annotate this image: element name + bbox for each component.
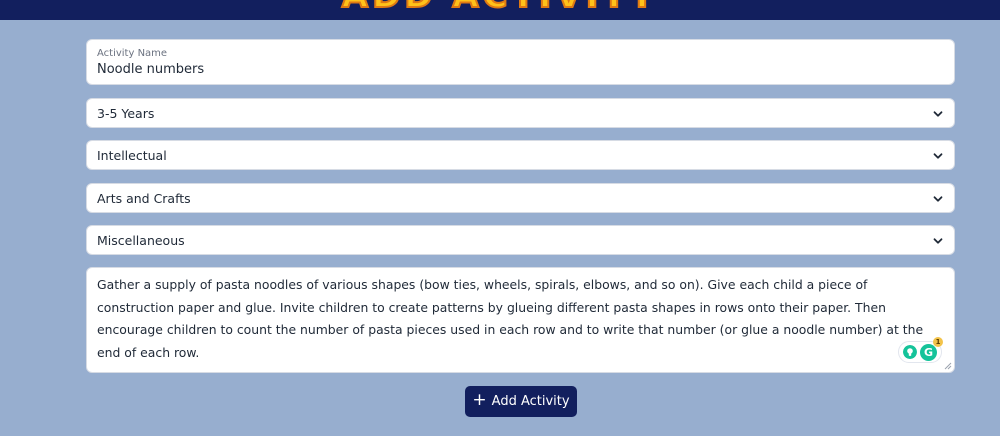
activity-name-label: Activity Name (97, 48, 168, 59)
description-textarea[interactable]: Gather a supply of pasta noodles of vari… (86, 267, 955, 373)
chevron-down-icon (933, 111, 943, 117)
page-title: ADD ACTIVITY (0, 0, 1000, 17)
writing-assistant-widget[interactable]: G 1 (898, 337, 943, 363)
chevron-down-icon (933, 238, 943, 244)
activity-type-value: Arts and Crafts (97, 191, 191, 206)
add-activity-label: Add Activity (491, 394, 570, 409)
category-select[interactable]: Miscellaneous (86, 225, 955, 255)
domain-select[interactable]: Intellectual (86, 140, 955, 170)
lightbulb-icon[interactable] (903, 345, 917, 359)
add-activity-button[interactable]: + Add Activity (465, 386, 577, 417)
activity-name-field[interactable]: Activity Name Noodle numbers (86, 39, 955, 85)
activity-type-select[interactable]: Arts and Crafts (86, 183, 955, 213)
app-header: ADD ACTIVITY (0, 0, 1000, 20)
chevron-down-icon (933, 196, 943, 202)
plus-icon: + (472, 390, 487, 410)
description-text[interactable]: Gather a supply of pasta noodles of vari… (97, 274, 938, 364)
resize-grip-icon[interactable] (944, 362, 952, 370)
notification-badge: 1 (933, 337, 943, 347)
domain-value: Intellectual (97, 148, 167, 163)
grammarly-icon[interactable]: G (920, 344, 937, 361)
chevron-down-icon (933, 153, 943, 159)
age-group-select[interactable]: 3-5 Years (86, 98, 955, 128)
activity-name-input[interactable]: Noodle numbers (97, 62, 204, 77)
category-value: Miscellaneous (97, 233, 185, 248)
age-group-value: 3-5 Years (97, 106, 155, 121)
